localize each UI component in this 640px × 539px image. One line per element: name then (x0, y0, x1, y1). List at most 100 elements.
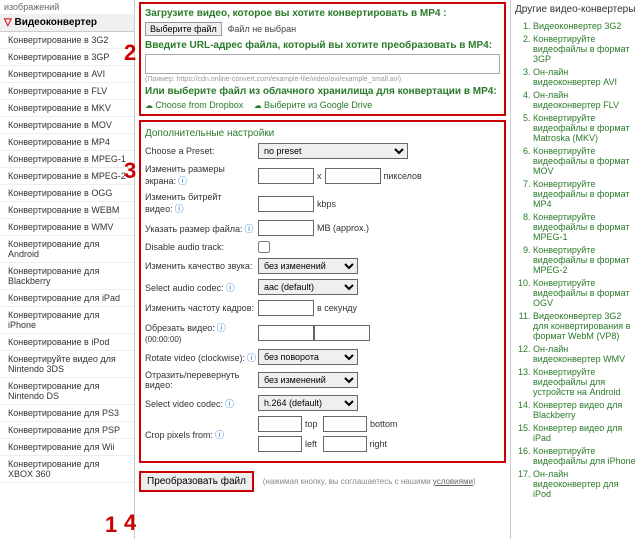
width-input[interactable] (258, 168, 314, 184)
rotate-select[interactable]: без поворота (258, 349, 358, 365)
preset-select[interactable]: no preset (258, 143, 408, 159)
sidebar-item-19[interactable]: Конвертирование для PS3 (0, 405, 134, 422)
sidebar-item-13[interactable]: Конвертирование для Blackberry (0, 263, 134, 290)
info-icon[interactable]: ⓘ (247, 353, 256, 363)
choose-file-button[interactable]: Выберите файл (145, 22, 222, 36)
size-label: Изменить размеры экрана:ⓘ (145, 164, 258, 187)
info-icon[interactable]: ⓘ (226, 283, 235, 293)
right-link-0[interactable]: Видеоконвертер 3G2 (533, 21, 636, 31)
preset-label: Choose a Preset: (145, 146, 258, 156)
sidebar-item-14[interactable]: Конвертирование для iPad (0, 290, 134, 307)
sidebar-item-20[interactable]: Конвертирование для PSP (0, 422, 134, 439)
sidebar-item-9[interactable]: Конвертирование в OGG (0, 185, 134, 202)
right-link-8[interactable]: Конвертируйте видеофайлы в формат MPEG-2 (533, 245, 636, 275)
info-icon[interactable]: ⓘ (175, 204, 184, 214)
info-icon[interactable]: ⓘ (178, 176, 187, 186)
sidebar-item-17[interactable]: Конвертируйте видео для Nintendo 3DS (0, 351, 134, 378)
info-icon[interactable]: ⓘ (225, 399, 234, 409)
annotation-4: 4 (124, 510, 136, 536)
crop-right-input[interactable] (323, 436, 367, 452)
sidebar-item-5[interactable]: Конвертирование в MOV (0, 117, 134, 134)
upload-title: Загрузите видео, которое вы хотите конве… (145, 8, 500, 19)
sidebar-item-16[interactable]: Конвертирование в iPod (0, 334, 134, 351)
crop-bottom-input[interactable] (323, 416, 367, 432)
bitrate-input[interactable] (258, 196, 314, 212)
sidebar-item-22[interactable]: Конвертирование для XBOX 360 (0, 456, 134, 483)
right-link-6[interactable]: Конвертируйте видеофайлы в формат MP4 (533, 179, 636, 209)
disable-audio-label: Disable audio track: (145, 242, 258, 252)
no-file-text: Файл не выбран (228, 24, 297, 34)
settings-header: Дополнительные настройки (145, 128, 500, 139)
right-link-5[interactable]: Конвертируйте видеофайлы в формат MOV (533, 146, 636, 176)
sidebar-item-7[interactable]: Конвертирование в MPEG-1 (0, 151, 134, 168)
filesize-label: Указать размер файла:ⓘ (145, 222, 258, 235)
crop-label: Crop pixels from:ⓘ (145, 428, 258, 441)
right-link-11[interactable]: Он-лайн видеоконвертер WMV (533, 344, 636, 364)
audio-codec-select[interactable]: aac (default) (258, 279, 358, 295)
upload-box: Загрузите видео, которое вы хотите конве… (139, 2, 506, 116)
sidebar-item-18[interactable]: Конвертирование для Nintendo DS (0, 378, 134, 405)
right-link-14[interactable]: Конвертер видео для iPad (533, 423, 636, 443)
flip-label: Отразить/перевернуть видео: (145, 370, 258, 390)
annotation-2: 2 (124, 40, 136, 66)
right-link-16[interactable]: Он-лайн видеоконвертер для iPod (533, 469, 636, 499)
audio-quality-select[interactable]: без изменений (258, 258, 358, 274)
sidebar-item-12[interactable]: Конвертирование для Android (0, 236, 134, 263)
disable-audio-checkbox[interactable] (258, 241, 270, 253)
right-link-12[interactable]: Конвертируйте видеофайлы для устройств н… (533, 367, 636, 397)
right-link-10[interactable]: Видеоконвертер 3G2 для конвертирования в… (533, 311, 636, 341)
height-input[interactable] (325, 168, 381, 184)
right-link-13[interactable]: Конвертер видео для Blackberry (533, 400, 636, 420)
fps-input[interactable] (258, 300, 314, 316)
url-input[interactable] (145, 54, 500, 74)
right-link-2[interactable]: Он-лайн видеоконвертер AVI (533, 67, 636, 87)
sidebar-item-8[interactable]: Конвертирование в MPEG-2 (0, 168, 134, 185)
left-header: изображений (0, 0, 134, 14)
sidebar-item-1[interactable]: Конвертирование в 3GP (0, 49, 134, 66)
terms-link[interactable]: условиями (433, 477, 473, 486)
sidebar-item-4[interactable]: Конвертирование в MKV (0, 100, 134, 117)
right-link-1[interactable]: Конвертируйте видеофайлы в формат 3GP (533, 34, 636, 64)
right-link-15[interactable]: Конвертируйте видеофайлы для iPhone (533, 446, 636, 466)
crop-top-input[interactable] (258, 416, 302, 432)
bitrate-label: Изменить битрейт видео:ⓘ (145, 192, 258, 215)
info-icon[interactable]: ⓘ (215, 430, 224, 440)
sidebar-item-0[interactable]: Конвертирование в 3G2 (0, 32, 134, 49)
dropbox-link[interactable]: Choose from Dropbox (145, 100, 243, 110)
sidebar-item-2[interactable]: Конвертирование в AVI (0, 66, 134, 83)
sidebar-item-21[interactable]: Конвертирование для Wii (0, 439, 134, 456)
crop-left-input[interactable] (258, 436, 302, 452)
video-codec-select[interactable]: h.264 (default) (258, 395, 358, 411)
trim-label: Обрезать видео:ⓘ(00:00:00) (145, 321, 258, 344)
cloud-title: Или выберите файл из облачного хранилища… (145, 86, 500, 97)
audio-quality-label: Изменить качество звука: (145, 261, 258, 271)
info-icon[interactable]: ⓘ (217, 323, 226, 333)
sidebar-item-10[interactable]: Конвертирование в WEBM (0, 202, 134, 219)
convert-button[interactable]: Преобразовать файл (139, 471, 254, 492)
annotation-3: 3 (124, 158, 136, 184)
sidebar-item-11[interactable]: Конвертирование в WMV (0, 219, 134, 236)
trim-end-input[interactable] (314, 325, 370, 341)
url-title: Введите URL-адрес файла, который вы хоти… (145, 40, 500, 51)
url-hint: (Пример: https://cdn.online-convert.com/… (145, 76, 500, 83)
right-link-7[interactable]: Конвертируйте видеофайлы в формат MPEG-1 (533, 212, 636, 242)
info-icon[interactable]: ⓘ (245, 224, 254, 234)
audio-codec-label: Select audio codec:ⓘ (145, 281, 258, 294)
sidebar-item-15[interactable]: Конвертирование для iPhone (0, 307, 134, 334)
rotate-label: Rotate video (clockwise):ⓘ (145, 351, 258, 364)
right-link-3[interactable]: Он-лайн видеоконвертер FLV (533, 90, 636, 110)
left-section-title[interactable]: Видеоконвертер (0, 14, 134, 32)
annotation-1: 1 (105, 512, 117, 538)
settings-box: Дополнительные настройки Choose a Preset… (139, 120, 506, 463)
fps-label: Изменить частоту кадров: (145, 303, 258, 313)
trim-start-input[interactable] (258, 325, 314, 341)
flip-select[interactable]: без изменений (258, 372, 358, 388)
right-link-9[interactable]: Конвертируйте видеофайлы в формат OGV (533, 278, 636, 308)
filesize-input[interactable] (258, 220, 314, 236)
gdrive-link[interactable]: Выберите из Google Drive (254, 100, 373, 110)
sidebar-item-6[interactable]: Конвертирование в MP4 (0, 134, 134, 151)
video-codec-label: Select video codec:ⓘ (145, 397, 258, 410)
right-link-4[interactable]: Конвертируйте видеофайлы в формат Matros… (533, 113, 636, 143)
sidebar-item-3[interactable]: Конвертирование в FLV (0, 83, 134, 100)
right-header: Другие видео-конвертеры (515, 4, 636, 15)
